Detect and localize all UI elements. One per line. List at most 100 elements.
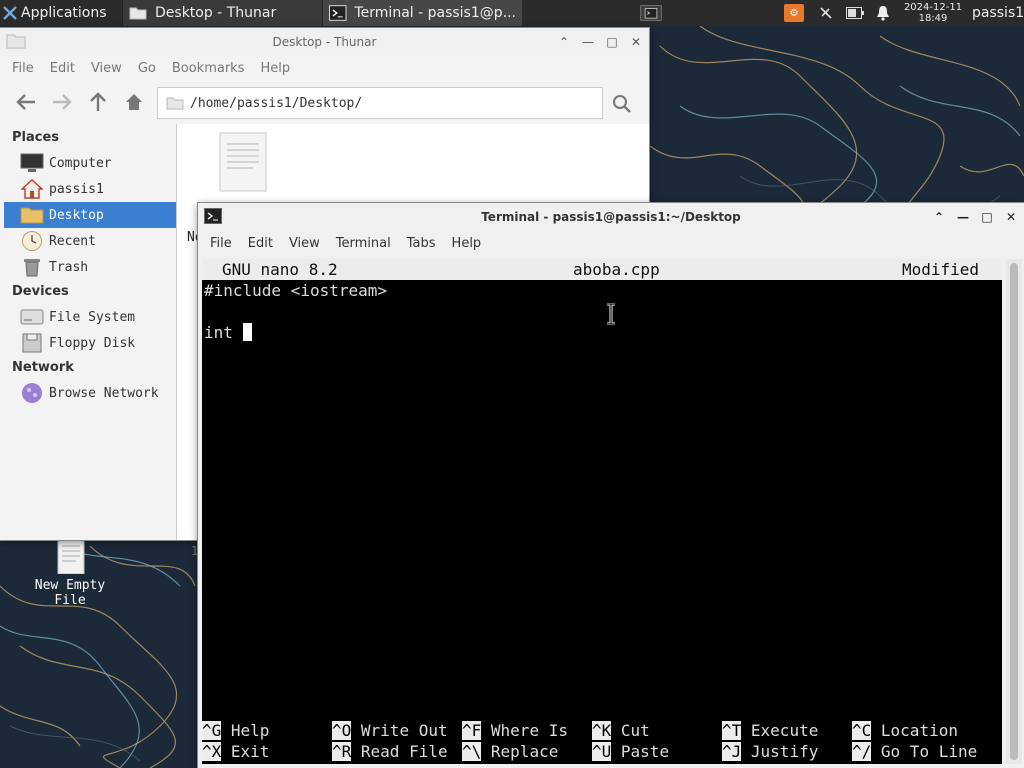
workspace-switcher[interactable] [634, 0, 668, 26]
scrollbar-thumb[interactable] [1010, 263, 1018, 760]
sidebar-header-devices: Devices [12, 284, 69, 299]
shortcut-key: ^C [852, 721, 872, 740]
shortcut-paste: ^U Paste [592, 742, 669, 761]
sidebar-item-browse-network[interactable]: Browse Network [4, 380, 176, 406]
shortcut-key: ^X [202, 742, 222, 761]
shortcut-location: ^C Location [852, 721, 958, 740]
xfce-logo-icon [3, 6, 17, 20]
sidebar-item-label: passis1 [49, 181, 104, 197]
sidebar-item-label: File System [49, 309, 136, 325]
sidebar-item-computer[interactable]: Computer [4, 150, 176, 176]
menu-tabs[interactable]: Tabs [399, 236, 444, 251]
menu-file[interactable]: File [202, 236, 240, 251]
shortcut-label: Help [230, 721, 270, 740]
menu-edit[interactable]: Edit [240, 236, 281, 251]
sidebar-item-file-system[interactable]: File System [4, 304, 176, 330]
close-button[interactable]: ✕ [629, 35, 643, 49]
shortcut-label: Read File [360, 742, 448, 761]
thunar-sidebar: Places Computer passis1 Desktop Recent T… [4, 124, 176, 540]
menu-help[interactable]: Help [252, 61, 298, 76]
window-title: Desktop - Thunar [272, 35, 377, 49]
sidebar-item-label: Desktop [49, 207, 104, 223]
applications-menu-button[interactable]: Applications [0, 0, 122, 26]
ibeam-cursor-icon [607, 303, 615, 325]
notification-bell-icon[interactable] [876, 5, 890, 21]
terminal-titlebar[interactable]: Terminal - passis1@passis1:~/Desktop ⌃ —… [198, 203, 1024, 231]
minimize-button[interactable]: — [581, 35, 595, 49]
shortcut-key: ^\ [462, 742, 482, 761]
desktop-icon-label-line1: New Empty [34, 578, 106, 593]
search-button[interactable] [608, 90, 636, 118]
desktop-icon-new-empty-file[interactable]: New Empty File [28, 537, 112, 608]
maximize-button[interactable]: □ [980, 210, 994, 224]
shortcut-key: ^T [722, 721, 742, 740]
menu-go[interactable]: Go [130, 61, 164, 76]
shortcut-key: ^/ [852, 742, 872, 761]
forward-button[interactable] [44, 84, 80, 120]
terminal-icon [204, 208, 222, 224]
shortcut-help: ^G Help [202, 721, 269, 740]
up-button[interactable] [80, 84, 116, 120]
nano-filename: aboba.cpp [573, 260, 660, 279]
shortcut-key: ^F [462, 721, 482, 740]
back-button[interactable] [8, 84, 44, 120]
menu-file[interactable]: File [4, 61, 42, 76]
update-notifier-icon[interactable]: ⚙ [784, 4, 804, 22]
terminal-scrollbar[interactable] [1006, 259, 1022, 764]
sidebar-item-label: Recent [49, 233, 96, 249]
sidebar-item-label: Floppy Disk [49, 335, 136, 351]
menu-bookmarks[interactable]: Bookmarks [164, 61, 253, 76]
sidebar-item-label: Computer [49, 155, 112, 171]
user-menu[interactable]: passis1 [972, 5, 1024, 21]
shortcut-label: Go To Line [880, 742, 978, 761]
battery-icon[interactable] [846, 7, 864, 19]
file-icon [57, 537, 85, 575]
menu-terminal[interactable]: Terminal [328, 236, 399, 251]
file-item[interactable] [219, 132, 267, 196]
shortcut-exit: ^X Exit [202, 742, 269, 761]
sidebar-item-desktop[interactable]: Desktop [4, 202, 176, 228]
taskbar-item-thunar[interactable]: Desktop - Thunar [122, 0, 322, 26]
shortcut-label: Replace [490, 742, 559, 761]
taskbar-item-terminal[interactable]: Terminal - passis1@p... [322, 0, 522, 26]
menu-view[interactable]: View [83, 61, 130, 76]
menu-edit[interactable]: Edit [42, 61, 83, 76]
sidebar-item-home[interactable]: passis1 [4, 176, 176, 202]
home-button[interactable] [116, 84, 152, 120]
arrow-left-icon [16, 94, 35, 110]
trash-icon [24, 259, 40, 277]
shortcut-label: Location [880, 721, 958, 740]
location-path: /home/passis1/Desktop/ [190, 95, 363, 111]
menu-view[interactable]: View [281, 236, 328, 251]
sidebar-item-floppy-disk[interactable]: Floppy Disk [4, 330, 176, 356]
taskbar-item-label: Desktop - Thunar [155, 5, 277, 21]
minimize-button[interactable]: — [956, 210, 970, 224]
network-disconnected-icon[interactable] [818, 5, 834, 21]
shortcut-label: Justify [750, 742, 819, 761]
chevron-up-icon[interactable]: ⌃ [932, 210, 946, 224]
folder-icon [129, 7, 147, 20]
terminal-screen[interactable]: GNU nano 8.2 aboba.cpp Modified #include… [202, 259, 1002, 764]
shortcut-key: ^J [722, 742, 742, 761]
location-bar[interactable]: /home/passis1/Desktop/ [157, 87, 603, 119]
shortcut-replace: ^\ Replace [462, 742, 558, 761]
maximize-button[interactable]: □ [605, 35, 619, 49]
sidebar-item-recent[interactable]: Recent [4, 228, 176, 254]
arrow-up-icon [90, 92, 106, 111]
thunar-titlebar[interactable]: Desktop - Thunar ⌃ — □ ✕ [0, 28, 649, 56]
shortcut-execute: ^T Execute [722, 721, 818, 740]
clock-time: 18:49 [918, 13, 948, 24]
sidebar-item-trash[interactable]: Trash [4, 254, 176, 280]
menu-help[interactable]: Help [444, 236, 490, 251]
computer-icon [20, 153, 44, 172]
shortcut-label: Write Out [360, 721, 448, 740]
clock[interactable]: 2024-12-11 18:49 [900, 2, 966, 24]
close-button[interactable]: ✕ [1004, 210, 1018, 224]
shortcut-label: Cut [620, 721, 650, 740]
editor-line-3-text: int [204, 323, 243, 342]
shortcut-read-file: ^R Read File [332, 742, 448, 761]
shortcut-key: ^G [202, 721, 222, 740]
top-panel: Applications Desktop - Thunar Terminal -… [0, 0, 1024, 26]
chevron-up-icon[interactable]: ⌃ [557, 35, 571, 49]
folder-icon [6, 34, 26, 49]
